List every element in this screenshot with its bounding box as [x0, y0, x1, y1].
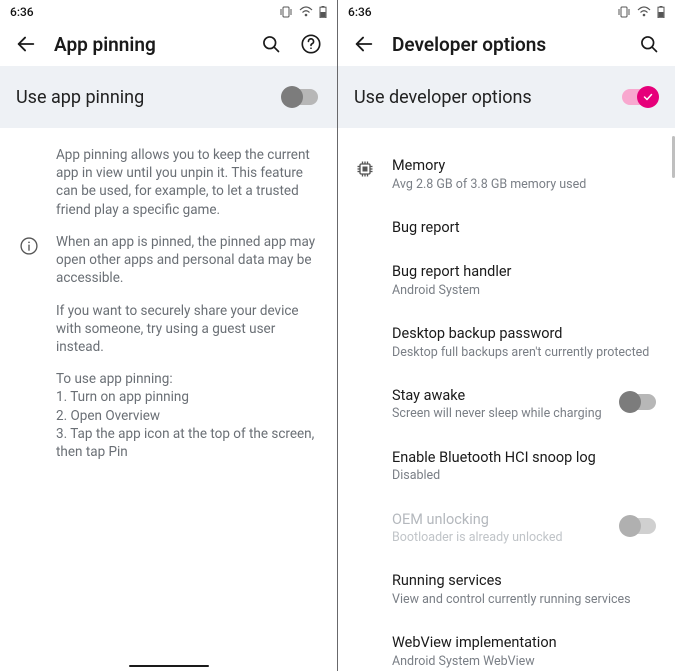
list-item-title: Stay awake [392, 387, 603, 406]
status-bar: 6:36 [0, 0, 337, 22]
info-block: App pinning allows you to keep the curre… [0, 128, 337, 479]
wifi-icon [299, 6, 313, 18]
list-item-title: Bug report [392, 219, 659, 238]
list-item-leading [354, 511, 376, 513]
master-toggle-switch[interactable] [281, 86, 321, 108]
back-button[interactable] [14, 32, 38, 56]
app-bar: App pinning [0, 22, 337, 66]
list-item-body: MemoryAvg 2.8 GB of 3.8 GB memory used [392, 157, 659, 193]
settings-list[interactable]: MemoryAvg 2.8 GB of 3.8 GB memory used Bu… [338, 128, 675, 671]
list-item-subtitle: View and control currently running servi… [392, 592, 659, 608]
info-paragraph: To use app pinning: [56, 370, 319, 388]
list-item-subtitle: Desktop full backups aren't currently pr… [392, 345, 659, 361]
settings-list-item[interactable]: Enable Bluetooth HCI snoop logDisabled [338, 436, 675, 498]
list-item-body: Bug report handlerAndroid System [392, 263, 659, 299]
info-paragraph: 3. Tap the app icon at the top of the sc… [56, 425, 319, 461]
settings-pane-app-pinning: 6:36 App pinning [0, 0, 338, 671]
list-item-leading [354, 263, 376, 265]
list-item-leading [354, 634, 376, 636]
list-item-subtitle: Android System WebView [392, 654, 659, 670]
settings-list-item[interactable]: WebView implementationAndroid System Web… [338, 621, 675, 671]
vibrate-icon [617, 6, 631, 18]
settings-list-item[interactable]: Running servicesView and control current… [338, 559, 675, 621]
info-paragraph: App pinning allows you to keep the curre… [56, 146, 319, 219]
master-toggle-row[interactable]: Use developer options [338, 66, 675, 128]
settings-list-item[interactable]: Desktop backup passwordDesktop full back… [338, 312, 675, 374]
home-indicator[interactable] [129, 665, 209, 667]
master-toggle-switch[interactable] [619, 86, 659, 108]
list-item-body: Enable Bluetooth HCI snoop logDisabled [392, 449, 659, 485]
status-icons [279, 6, 327, 18]
list-item-title: Running services [392, 572, 659, 591]
memory-icon [354, 157, 376, 179]
list-item-title: Bug report handler [392, 263, 659, 282]
help-button[interactable] [299, 32, 323, 56]
status-icons [617, 6, 665, 18]
info-paragraph: If you want to securely share your devic… [56, 302, 319, 357]
search-button[interactable] [637, 32, 661, 56]
app-bar: Developer options [338, 22, 675, 66]
list-item-leading [354, 449, 376, 451]
list-item-body: OEM unlockingBootloader is already unloc… [392, 511, 603, 547]
search-button[interactable] [259, 32, 283, 56]
info-icon [18, 146, 40, 461]
page-title: App pinning [54, 33, 243, 56]
toggle-switch [619, 515, 659, 537]
battery-icon [319, 6, 327, 18]
list-item-title: Desktop backup password [392, 325, 659, 344]
list-item-body: Running servicesView and control current… [392, 572, 659, 608]
settings-list-item[interactable]: MemoryAvg 2.8 GB of 3.8 GB memory used [338, 144, 675, 206]
settings-list-item[interactable]: Bug report [338, 206, 675, 251]
content-area: App pinning allows you to keep the curre… [0, 128, 337, 671]
master-toggle-row[interactable]: Use app pinning [0, 66, 337, 128]
info-paragraph: 1. Turn on app pinning [56, 388, 319, 406]
settings-list-item[interactable]: Bug report handlerAndroid System [338, 250, 675, 312]
master-toggle-label: Use developer options [354, 87, 619, 108]
list-item-leading [354, 387, 376, 389]
status-time: 6:36 [348, 5, 617, 19]
list-item-leading [354, 325, 376, 327]
page-title: Developer options [392, 33, 621, 56]
back-button[interactable] [352, 32, 376, 56]
battery-icon [657, 6, 665, 18]
list-item-subtitle: Android System [392, 283, 659, 299]
list-item-trailing [619, 387, 659, 413]
list-item-title: Enable Bluetooth HCI snoop log [392, 449, 659, 468]
info-text: App pinning allows you to keep the curre… [56, 146, 319, 461]
list-item-title: OEM unlocking [392, 511, 603, 530]
info-paragraph: 2. Open Overview [56, 407, 319, 425]
settings-pane-developer-options: 6:36 Developer options [338, 0, 675, 671]
list-item-title: Memory [392, 157, 659, 176]
list-item-body: Desktop backup passwordDesktop full back… [392, 325, 659, 361]
settings-list-item[interactable]: Stay awakeScreen will never sleep while … [338, 374, 675, 436]
list-item-leading [354, 572, 376, 574]
toggle-switch[interactable] [619, 391, 659, 413]
list-item-body: Stay awakeScreen will never sleep while … [392, 387, 603, 423]
list-item-body: Bug report [392, 219, 659, 238]
info-paragraph: When an app is pinned, the pinned app ma… [56, 233, 319, 288]
status-time: 6:36 [10, 5, 279, 19]
list-item-title: WebView implementation [392, 634, 659, 653]
list-item-subtitle: Avg 2.8 GB of 3.8 GB memory used [392, 177, 659, 193]
list-item-subtitle: Disabled [392, 468, 659, 484]
list-item-subtitle: Screen will never sleep while charging [392, 406, 603, 422]
list-item-leading [354, 219, 376, 221]
list-item-trailing [619, 511, 659, 537]
master-toggle-label: Use app pinning [16, 87, 281, 108]
settings-list-item[interactable]: OEM unlockingBootloader is already unloc… [338, 498, 675, 560]
list-item-subtitle: Bootloader is already unlocked [392, 530, 603, 546]
wifi-icon [637, 6, 651, 18]
list-item-body: WebView implementationAndroid System Web… [392, 634, 659, 670]
vibrate-icon [279, 6, 293, 18]
status-bar: 6:36 [338, 0, 675, 22]
